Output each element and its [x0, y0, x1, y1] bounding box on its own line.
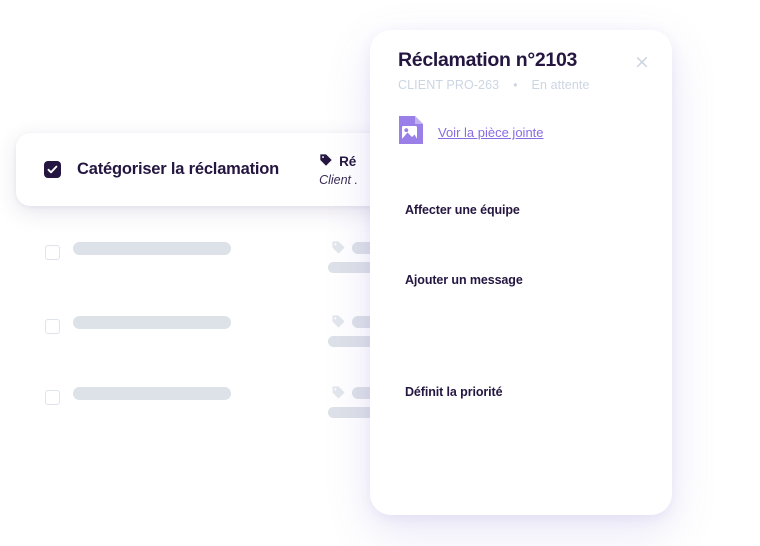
priority-field-label: Définit la priorité — [405, 385, 503, 399]
view-attachment-link[interactable]: Voir la pièce jointe — [438, 125, 544, 140]
skeleton-bar-title — [73, 242, 231, 255]
attachment-row[interactable]: Voir la pièce jointe — [398, 115, 544, 150]
page-title: Réclamation n°2103 — [398, 49, 578, 71]
meta-separator: • — [513, 78, 518, 92]
client-reference: CLIENT PRO-263 — [398, 78, 500, 92]
highlighted-row-tag-label: Ré — [339, 153, 357, 169]
row-checkbox-checked[interactable] — [44, 161, 61, 178]
tag-icon — [319, 153, 333, 170]
claim-meta: CLIENT PRO-263 • En attente — [398, 78, 590, 92]
row-checkbox[interactable] — [45, 390, 60, 405]
tag-icon — [331, 385, 346, 405]
row-checkbox[interactable] — [45, 319, 60, 334]
skeleton-bar-title — [73, 316, 231, 329]
highlighted-row-subtext: Client . — [319, 172, 358, 187]
highlighted-row-label: Catégoriser la réclamation — [77, 160, 280, 178]
message-field-label: Ajouter un message — [405, 273, 523, 287]
skeleton-bar-title — [73, 387, 231, 400]
team-field-label: Affecter une équipe — [405, 203, 520, 217]
row-checkbox[interactable] — [45, 245, 60, 260]
close-icon[interactable]: × — [632, 52, 652, 72]
claim-detail-modal: Réclamation n°2103 × CLIENT PRO-263 • En… — [370, 30, 672, 515]
image-file-icon — [398, 115, 424, 150]
highlighted-row-meta: Ré Client . — [319, 153, 358, 187]
tag-icon — [331, 240, 346, 260]
status-badge: En attente — [531, 78, 590, 92]
tag-icon — [331, 314, 346, 334]
highlighted-row-tag: Ré — [319, 153, 358, 170]
